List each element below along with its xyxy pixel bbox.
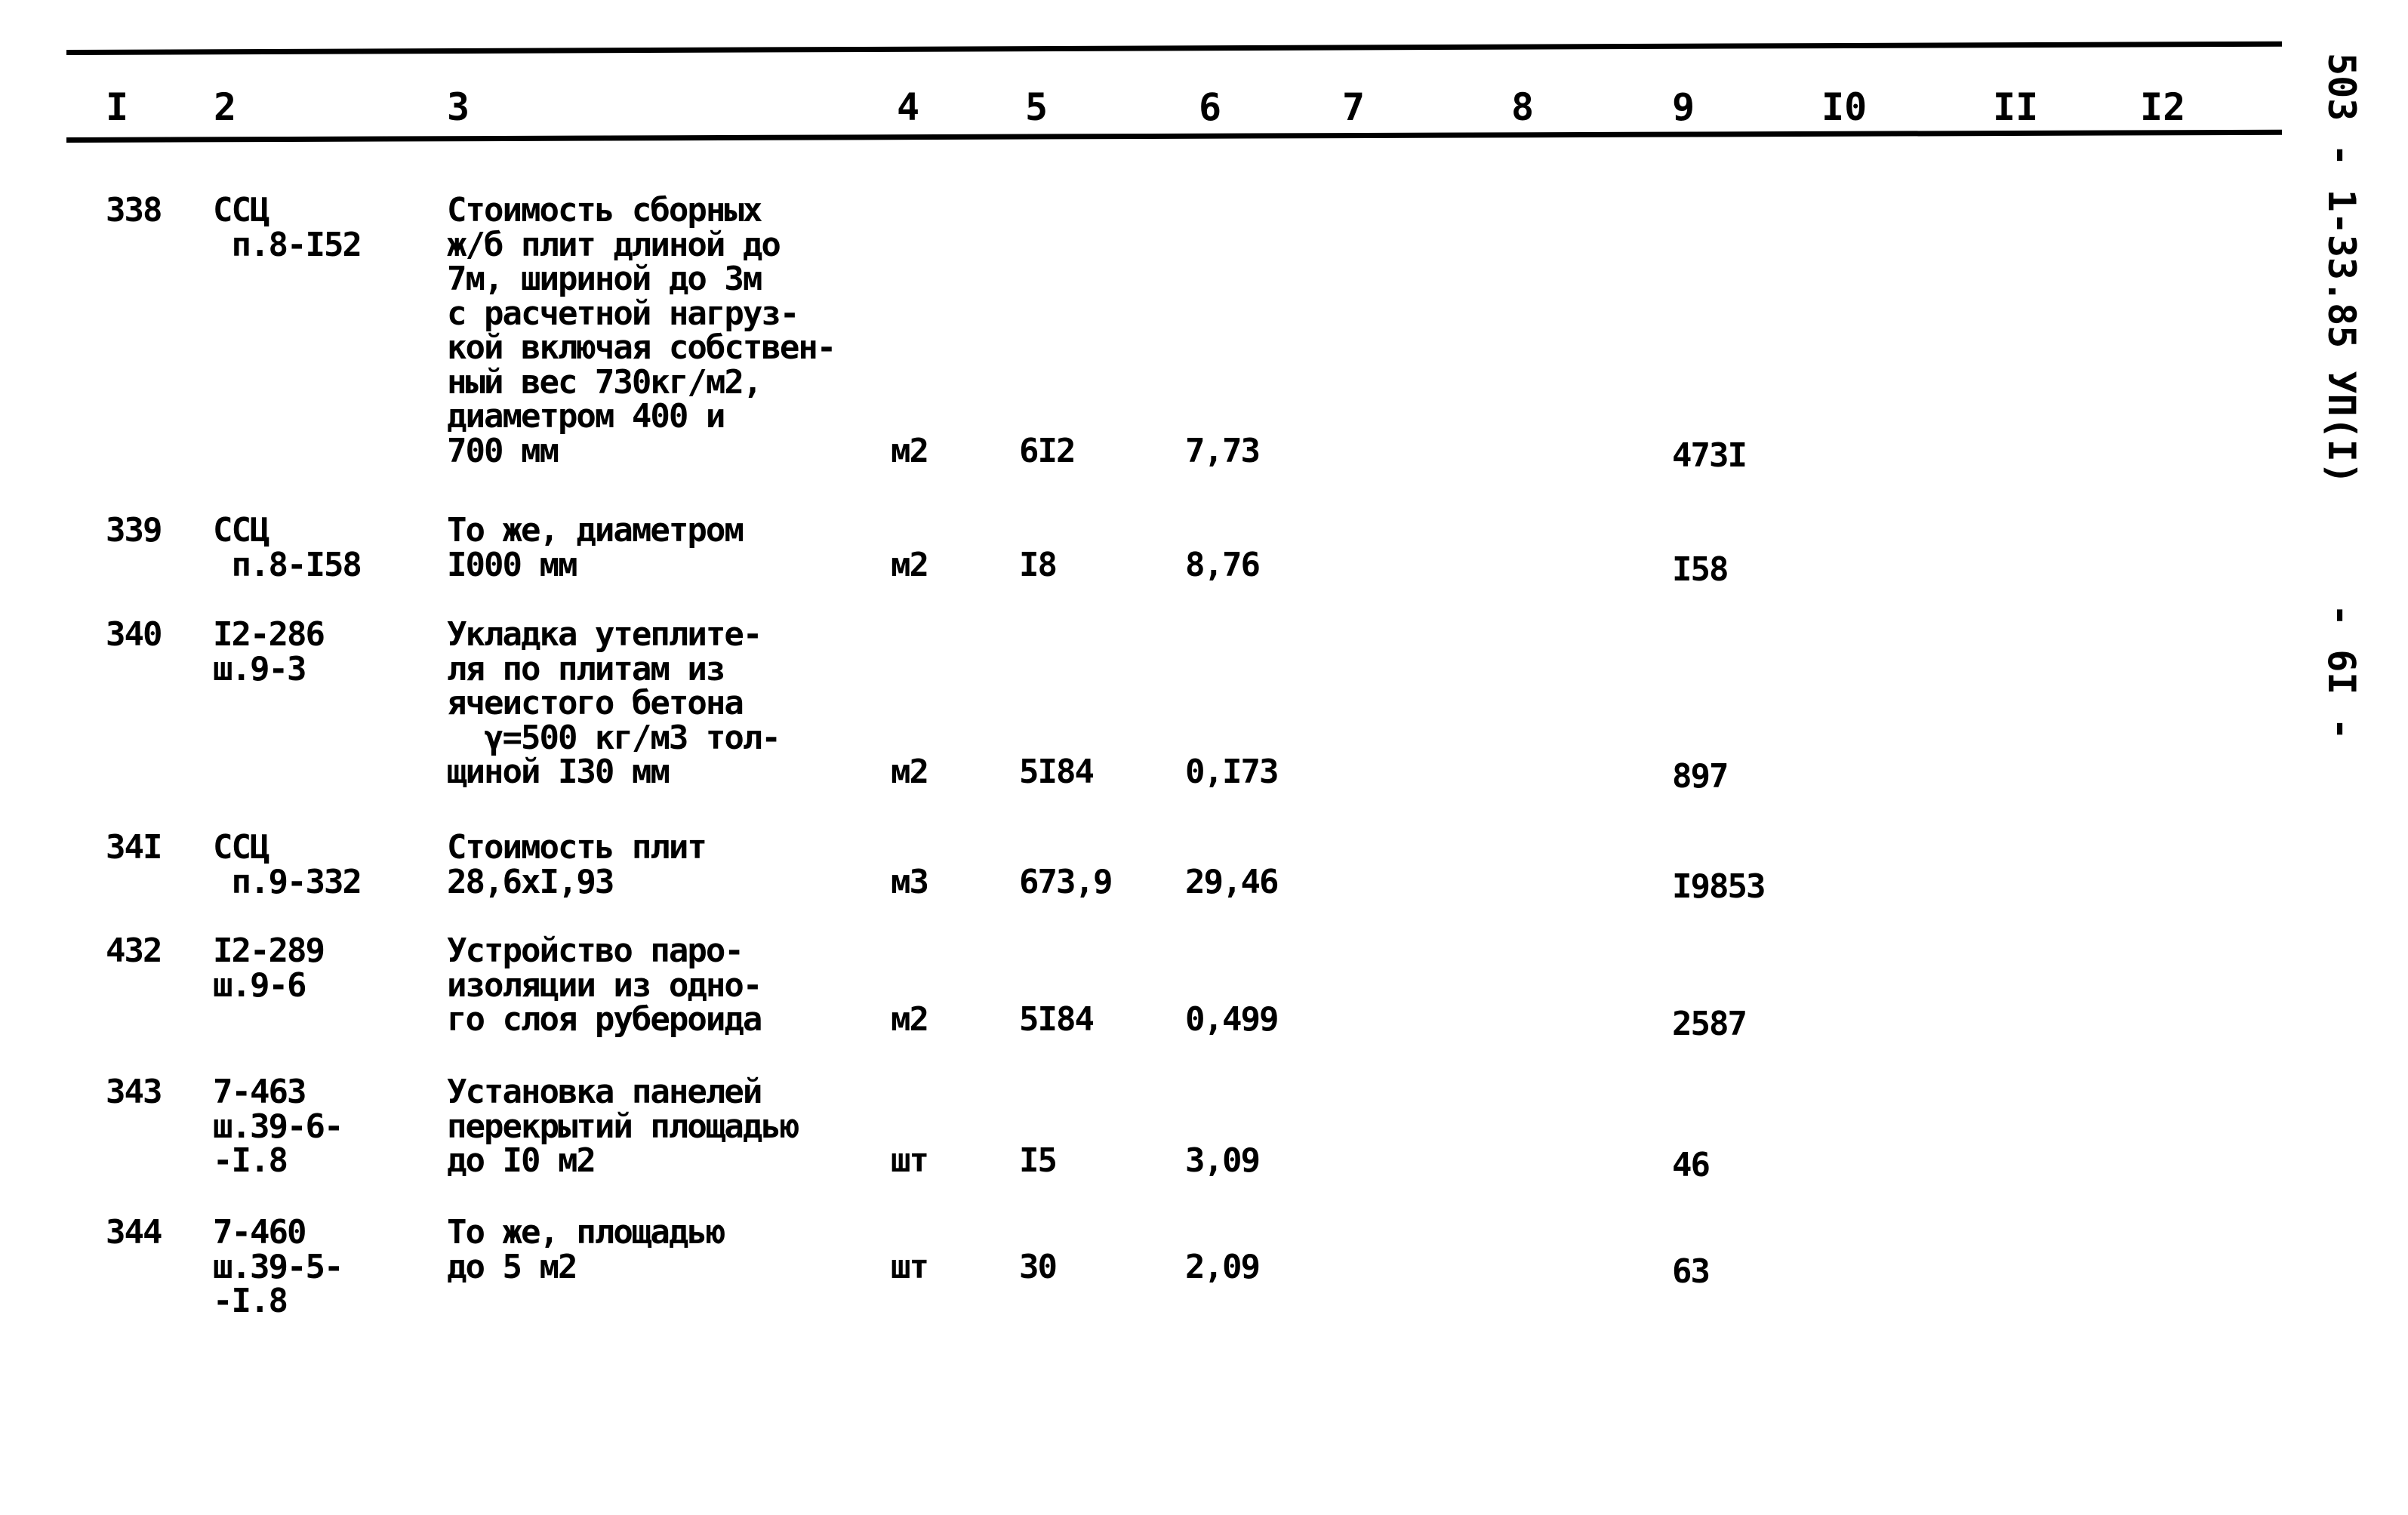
unit-cost: 7,73 [1185,431,1261,470]
unit-cost: 0,I73 [1185,753,1279,791]
column-header: II [1993,85,2039,129]
unit-cost: 3,09 [1185,1141,1261,1180]
column-header: 9 [1672,85,1695,129]
work-description: То же, площадью до 5 м2 [447,1213,725,1286]
unit-of-measure: м3 [891,862,929,901]
unit-cost: 29,46 [1185,862,1279,901]
column-header: 6 [1199,85,1222,129]
row-number: 340 [106,615,162,654]
column-header: I2 [2140,85,2186,129]
work-description: То же, диаметром I000 мм [447,511,744,584]
work-description: Устройство паро- изоляции из одно- го сл… [447,931,762,1039]
quantity: 5I84 [1019,1000,1095,1039]
work-description: Стоимость плит 28,6хI,93 [447,828,707,901]
column-header: 8 [1511,85,1535,129]
quantity: 673,9 [1019,862,1113,901]
total-cost: 897 [1672,757,1729,796]
total-cost: 2587 [1672,1005,1747,1043]
column-header: 2 [214,85,237,129]
quantity: I5 [1019,1141,1058,1180]
quantity: I8 [1019,545,1058,584]
rate-code: I2-286 ш.9-3 [213,615,325,688]
total-cost: 63 [1672,1252,1711,1291]
column-header: 7 [1342,85,1366,129]
unit-of-measure: м2 [891,431,929,470]
row-number: 34I [106,828,162,867]
quantity: 5I84 [1019,753,1095,791]
unit-cost: 8,76 [1185,545,1261,584]
column-header: I0 [1821,85,1868,129]
quantity: 30 [1019,1247,1058,1286]
quantity: 6I2 [1019,431,1076,470]
work-description: Установка панелей перекрытий площадью до… [447,1073,799,1180]
rate-code: ССЦ п.8-I58 [213,511,362,584]
rate-code: 7-463 ш.39-6- -I.8 [213,1073,343,1180]
header-rule-top [66,41,2282,55]
unit-of-measure: шт [891,1141,929,1180]
page-number: - 6I - [2320,604,2363,741]
unit-cost: 0,499 [1185,1000,1279,1039]
total-cost: I9853 [1672,867,1766,906]
column-header: I [106,85,129,129]
row-number: 343 [106,1073,162,1111]
total-cost: 473I [1672,436,1747,475]
unit-of-measure: м2 [891,753,929,791]
unit-of-measure: шт [891,1247,929,1286]
unit-cost: 2,09 [1185,1247,1261,1286]
rate-code: ССЦ п.8-I52 [213,191,362,264]
row-number: 432 [106,931,162,970]
row-number: 338 [106,191,162,229]
header-rule-bottom [66,129,2282,143]
total-cost: I58 [1672,550,1729,589]
document-code: 503 - 1-33.85 УП(I) [2320,53,2363,485]
rate-code: ССЦ п.9-332 [213,828,362,901]
rate-code: 7-460 ш.39-5- -I.8 [213,1213,343,1320]
unit-of-measure: м2 [891,545,929,584]
work-description: Стоимость сборных ж/б плит длиной до 7м,… [447,191,836,470]
rate-code: I2-289 ш.9-6 [213,931,325,1005]
row-number: 344 [106,1213,162,1252]
total-cost: 46 [1672,1146,1711,1184]
unit-of-measure: м2 [891,1000,929,1039]
column-header: 5 [1025,85,1048,129]
column-header: 4 [897,85,920,129]
row-number: 339 [106,511,162,550]
column-header: 3 [447,85,470,129]
work-description: Укладка утеплите- ля по плитам из ячеист… [447,615,781,791]
